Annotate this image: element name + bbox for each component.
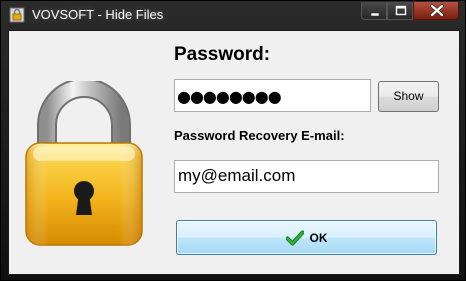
ok-button-label: OK: [309, 230, 328, 245]
recovery-email-value: my@email.com: [178, 166, 296, 185]
window-title: VOVSOFT - Hide Files: [32, 7, 164, 22]
minimize-button[interactable]: [361, 2, 387, 20]
password-input[interactable]: ●●●●●●●●: [174, 79, 371, 112]
checkmark-icon: [285, 230, 304, 245]
dialog-body: Password: ●●●●●●●● Show Password Recover…: [8, 30, 460, 275]
close-icon: [430, 4, 444, 17]
app-lock-icon[interactable]: [9, 7, 25, 23]
password-label: Password:: [174, 44, 271, 65]
app-window: VOVSOFT - Hide Files Password: ●●●●●●●● …: [0, 0, 466, 281]
close-button[interactable]: [413, 2, 459, 20]
recovery-email-label: Password Recovery E-mail:: [174, 128, 345, 143]
recovery-email-input[interactable]: my@email.com: [174, 160, 439, 193]
ok-button[interactable]: OK: [176, 220, 437, 255]
maximize-button[interactable]: [387, 2, 413, 20]
maximize-icon: [395, 5, 407, 16]
password-masked-value: ●●●●●●●●: [177, 87, 282, 106]
show-password-button[interactable]: Show: [378, 81, 439, 112]
padlock-icon: [25, 81, 143, 246]
title-bar[interactable]: VOVSOFT - Hide Files: [1, 1, 465, 29]
minimize-icon: [370, 12, 380, 17]
